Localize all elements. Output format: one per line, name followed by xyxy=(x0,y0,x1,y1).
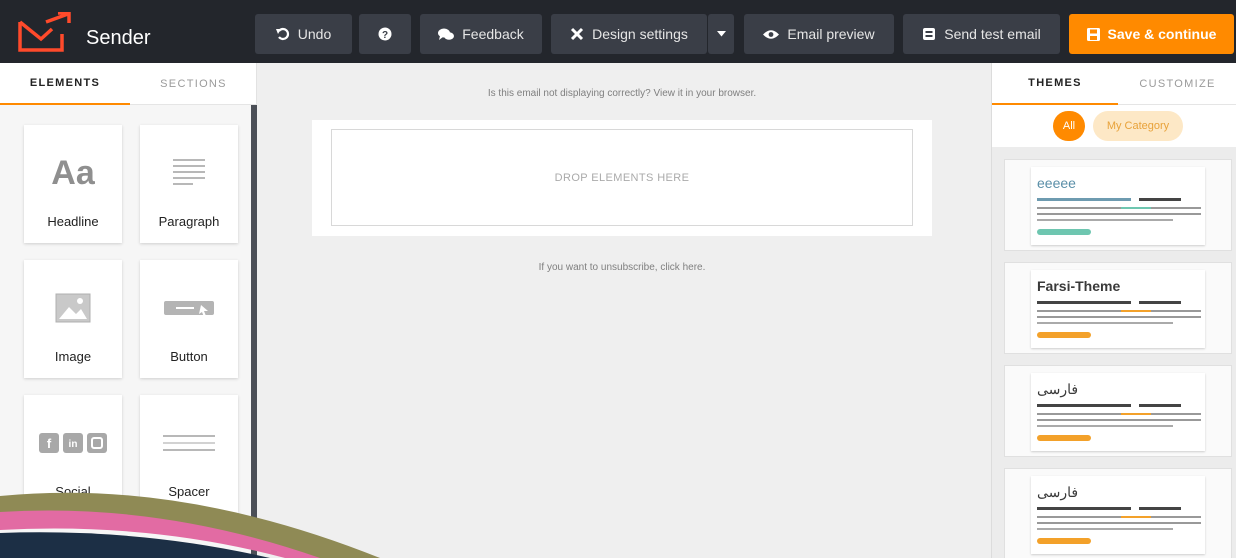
theme-thumbnail: eeeee xyxy=(1031,167,1205,245)
elements-grid: Aa Headline Paragraph Image Button f in … xyxy=(0,105,251,558)
tab-elements[interactable]: ELEMENTS xyxy=(0,63,130,105)
tools-icon xyxy=(571,27,584,41)
theme-title: فارسی xyxy=(1037,484,1079,500)
caret-down-icon xyxy=(716,31,726,37)
send-test-email-button[interactable]: Send test email xyxy=(903,14,1060,54)
tab-sections[interactable]: SECTIONS xyxy=(130,63,257,105)
theme-card[interactable]: eeeee xyxy=(1004,159,1232,251)
undo-button[interactable]: Undo xyxy=(255,14,352,54)
help-button[interactable]: ? xyxy=(359,14,411,54)
element-label: Spacer xyxy=(168,484,210,499)
email-preview-label: Email preview xyxy=(787,26,875,42)
elements-panel: ELEMENTS SECTIONS Aa Headline Paragraph xyxy=(0,63,257,558)
element-button[interactable]: Button xyxy=(140,260,238,378)
headline-aa-icon: Aa xyxy=(51,153,95,192)
unsubscribe-link[interactable]: If you want to unsubscribe, click here. xyxy=(257,262,987,273)
design-settings-label: Design settings xyxy=(592,26,688,42)
image-icon xyxy=(55,293,91,323)
feedback-button[interactable]: Feedback xyxy=(420,14,542,54)
element-headline[interactable]: Aa Headline xyxy=(24,125,122,243)
element-spacer[interactable]: Spacer xyxy=(140,395,238,513)
save-icon xyxy=(1086,27,1100,41)
top-toolbar: Sender Undo ? Feedback Design settings E… xyxy=(0,0,1236,63)
drop-zone[interactable]: DROP ELEMENTS HERE xyxy=(331,129,913,226)
theme-thumbnail: فارسی xyxy=(1031,476,1205,554)
element-social[interactable]: f in Social xyxy=(24,395,122,513)
filter-all[interactable]: All xyxy=(1053,111,1085,141)
tab-themes[interactable]: THEMES xyxy=(992,63,1118,105)
filter-my-category[interactable]: My Category xyxy=(1093,111,1183,141)
themes-list: eeeee Farsi-Theme فارسی فارسی xyxy=(992,147,1236,558)
element-paragraph[interactable]: Paragraph xyxy=(140,125,238,243)
save-continue-label: Save & continue xyxy=(1107,26,1217,42)
chat-bubbles-icon xyxy=(438,28,455,40)
undo-icon xyxy=(275,27,289,41)
design-settings-button[interactable]: Design settings xyxy=(551,14,707,54)
element-label: Image xyxy=(54,349,92,364)
view-in-browser-link[interactable]: Is this email not displaying correctly? … xyxy=(257,88,987,99)
send-test-email-label: Send test email xyxy=(944,26,1041,42)
undo-label: Undo xyxy=(297,26,332,42)
design-settings-dropdown[interactable] xyxy=(708,14,734,54)
tab-customize[interactable]: CUSTOMIZE xyxy=(1118,63,1236,105)
button-icon xyxy=(164,301,214,317)
email-body-block: DROP ELEMENTS HERE xyxy=(312,120,932,236)
theme-title: eeeee xyxy=(1037,175,1076,191)
spacer-icon xyxy=(163,435,215,451)
theme-thumbnail: فارسی xyxy=(1031,373,1205,451)
brand-name: Sender xyxy=(86,27,151,49)
email-preview-button[interactable]: Email preview xyxy=(744,14,894,54)
themes-panel: THEMES CUSTOMIZE All My Category eeeee F… xyxy=(991,63,1236,558)
element-label: Headline xyxy=(47,214,99,229)
email-canvas: Is this email not displaying correctly? … xyxy=(257,63,991,558)
paragraph-lines-icon xyxy=(173,159,205,185)
theme-card[interactable]: فارسی xyxy=(1004,365,1232,457)
element-image[interactable]: Image xyxy=(24,260,122,378)
theme-title: فارسی xyxy=(1037,381,1079,397)
save-continue-button[interactable]: Save & continue xyxy=(1069,14,1234,54)
svg-text:f: f xyxy=(47,436,52,451)
question-circle-icon: ? xyxy=(378,27,392,41)
svg-text:in: in xyxy=(69,439,78,450)
social-icons-icon: f in xyxy=(39,433,107,453)
svg-text:?: ? xyxy=(382,30,388,41)
element-label: Button xyxy=(170,349,208,364)
element-label: Paragraph xyxy=(158,214,220,229)
element-label: Social xyxy=(55,484,91,499)
theme-card[interactable]: Farsi-Theme xyxy=(1004,262,1232,354)
theme-thumbnail: Farsi-Theme xyxy=(1031,270,1205,348)
theme-card[interactable]: فارسی xyxy=(1004,468,1232,558)
feedback-label: Feedback xyxy=(462,26,524,42)
sender-logo-icon[interactable] xyxy=(16,12,72,54)
send-email-icon xyxy=(923,28,936,40)
eye-icon xyxy=(763,29,780,39)
theme-title: Farsi-Theme xyxy=(1037,278,1121,294)
